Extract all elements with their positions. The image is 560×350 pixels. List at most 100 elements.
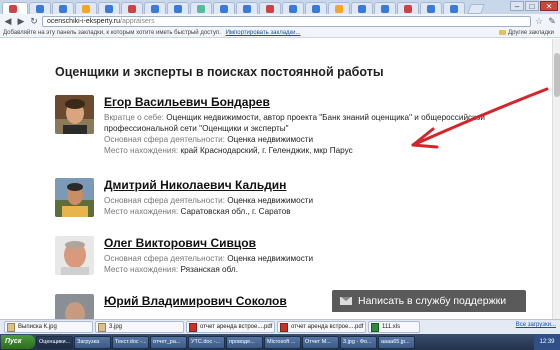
list-item: Дмитрий Николаевич Кальдин Основная сфер… [55, 178, 535, 223]
support-button[interactable]: Написать в службу поддержки [332, 290, 526, 312]
person-name-link[interactable]: Дмитрий Николаевич Кальдин [104, 178, 286, 192]
avatar[interactable] [55, 95, 94, 134]
browser-tab[interactable] [374, 2, 396, 14]
avatar-photo [55, 178, 94, 217]
taskbar-item[interactable]: Загрузка [74, 335, 111, 349]
browser-tab[interactable] [443, 2, 465, 14]
activity-label: Основная сфера деятельности: [104, 196, 225, 205]
red-arrow-annotation [411, 87, 549, 149]
url-host: ocenschiki-i-eksperty.ru [47, 17, 121, 25]
taskbar-item[interactable]: 3.jpg - Фо... [340, 335, 377, 349]
list-item: Олег Викторович Сивцов Основная сфера де… [55, 236, 535, 281]
download-item-name: отчет аренда встрое....pdf [200, 324, 273, 330]
favicon-icon [151, 5, 159, 13]
image-file-icon [98, 323, 106, 332]
taskbar-item[interactable]: проводе... [226, 335, 263, 349]
wrench-icon[interactable]: ✎ [547, 16, 557, 27]
forward-icon[interactable]: ▶ [16, 16, 26, 26]
browser-tab[interactable] [29, 2, 51, 14]
download-item-name: отчет аренда встрое....pdf [291, 324, 364, 330]
avatar[interactable] [55, 236, 94, 275]
favicon-icon [105, 5, 113, 13]
download-item[interactable]: отчет аренда встрое....pdf [277, 321, 366, 333]
person-name-link[interactable]: Егор Васильевич Бондарев [104, 95, 270, 109]
start-button[interactable]: Пуск [1, 335, 35, 349]
taskbar: Пуск Оценщики... Загрузка Текст.doc -...… [0, 334, 560, 350]
image-file-icon [7, 323, 15, 332]
download-item[interactable]: 3.jpg [95, 321, 184, 333]
browser-tab[interactable] [351, 2, 373, 14]
location-row: Место нахождения: Саратовская обл., г. С… [104, 206, 291, 217]
browser-tab[interactable] [213, 2, 235, 14]
download-item-name: 111.xls [382, 324, 401, 330]
location-value: Саратовская обл., г. Саратов [180, 207, 291, 216]
favicon-icon [128, 5, 136, 13]
favicon-icon [220, 5, 228, 13]
favicon-icon [197, 5, 205, 13]
bookmark-star-icon[interactable]: ☆ [534, 16, 544, 27]
browser-tab-strip: – □ ✕ [0, 0, 560, 14]
person-name-link[interactable]: Юрий Владимирович Соколов [104, 294, 287, 308]
browser-tab[interactable] [52, 2, 74, 14]
avatar[interactable] [55, 294, 94, 319]
browser-tab[interactable] [190, 2, 212, 14]
avatar[interactable] [55, 178, 94, 217]
browser-tab[interactable] [282, 2, 304, 14]
back-icon[interactable]: ◀ [3, 16, 13, 26]
browser-tab[interactable] [167, 2, 189, 14]
favicon-icon [427, 5, 435, 13]
browser-tab[interactable] [328, 2, 350, 14]
taskbar-item[interactable]: Отчет М... [302, 335, 339, 349]
page-content: Оценщики и эксперты в поисках постоянной… [0, 39, 560, 319]
minimize-icon[interactable]: – [510, 1, 524, 11]
location-label: Место нахождения: [104, 146, 179, 155]
taskbar-item[interactable]: Оценщики... [36, 335, 73, 349]
import-bookmarks-link[interactable]: Импортировать закладки... [226, 30, 301, 36]
other-bookmarks-button[interactable]: Другие закладки [499, 28, 554, 38]
favicon-icon [312, 5, 320, 13]
taskbar-item[interactable]: УТС.doc -... [188, 335, 225, 349]
excel-file-icon [371, 323, 379, 332]
support-button-label: Написать в службу поддержки [358, 295, 507, 307]
favicon-icon [381, 5, 389, 13]
browser-tab[interactable] [259, 2, 281, 14]
taskbar-item[interactable]: Microsoft ... [264, 335, 301, 349]
system-clock[interactable]: 12:39 [534, 334, 560, 350]
location-row: Место нахождения: Рязанская обл. [104, 264, 238, 275]
favicon-icon [9, 5, 17, 13]
browser-tab[interactable] [98, 2, 120, 14]
taskbar-item[interactable]: Текст.doc -... [112, 335, 149, 349]
favicon-icon [174, 5, 182, 13]
browser-tab[interactable] [236, 2, 258, 14]
taskbar-item[interactable]: отчет_ра... [150, 335, 187, 349]
url-input[interactable]: ocenschiki-i-eksperty.ru/appraisers [42, 15, 531, 27]
browser-tab[interactable] [144, 2, 166, 14]
browser-tab[interactable] [121, 2, 143, 14]
reload-icon[interactable]: ↻ [29, 16, 39, 26]
favicon-icon [266, 5, 274, 13]
download-item[interactable]: Выписка К.jpg [4, 321, 93, 333]
close-icon[interactable]: ✕ [540, 1, 558, 11]
download-item[interactable]: отчет аренда встрое....pdf [186, 321, 275, 333]
activity-row: Основная сфера деятельности: Оценка недв… [104, 134, 313, 145]
activity-value: Оценка недвижимости [227, 135, 314, 144]
favicon-icon [36, 5, 44, 13]
show-all-downloads-link[interactable]: Все загрузки... [516, 322, 556, 328]
taskbar-item[interactable]: aaaa65.jp... [378, 335, 415, 349]
location-label: Место нахождения: [104, 207, 179, 216]
favicon-icon [404, 5, 412, 13]
address-bar: ◀ ▶ ↻ ocenschiki-i-eksperty.ru/appraiser… [0, 14, 560, 28]
browser-tab[interactable] [397, 2, 419, 14]
download-item[interactable]: 111.xls [368, 321, 420, 333]
browser-tab[interactable] [75, 2, 97, 14]
maximize-icon[interactable]: □ [525, 1, 539, 11]
favicon-icon [335, 5, 343, 13]
browser-tab[interactable] [420, 2, 442, 14]
new-tab-button[interactable] [467, 4, 485, 14]
browser-tab[interactable] [305, 2, 327, 14]
page-scrollbar[interactable] [552, 39, 560, 319]
bookmarks-prompt: Добавляйте на эту панель закладки, к кот… [3, 30, 221, 36]
browser-tab[interactable] [2, 2, 28, 14]
person-name-link[interactable]: Олег Викторович Сивцов [104, 236, 256, 250]
scrollbar-thumb[interactable] [554, 53, 560, 97]
